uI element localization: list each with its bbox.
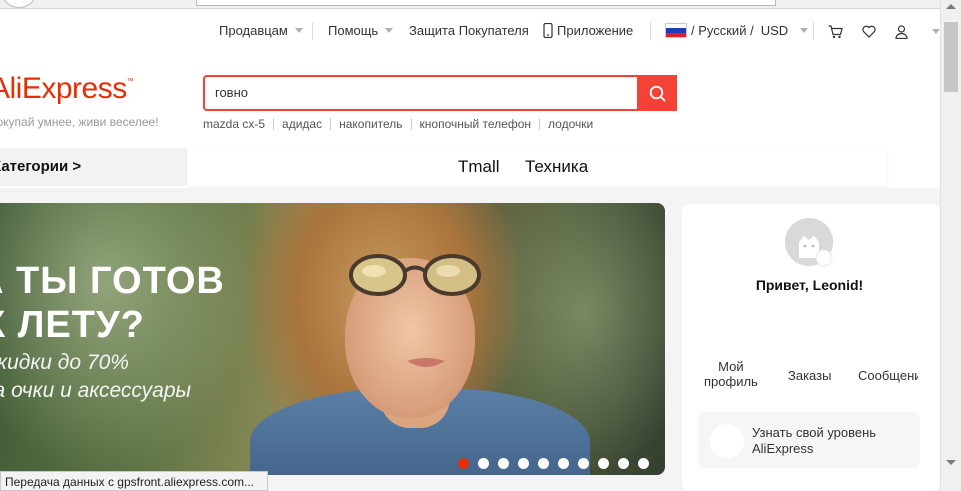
promo-banner[interactable]: А ТЫ ГОТОВ К ЛЕТУ? Скидки до 70% на очки… [0, 203, 665, 475]
account-button[interactable] [895, 25, 908, 39]
carousel-dot[interactable] [638, 458, 649, 469]
status-text: Передача данных с gpsfront.aliexpress.co… [5, 475, 254, 489]
level-text: Узнать свой уровень AliExpress [752, 425, 876, 457]
search-icon [649, 85, 665, 101]
nav-link-electronics[interactable]: Техника [525, 157, 588, 177]
scroll-thumb[interactable] [944, 22, 958, 92]
help-label: Помощь [328, 23, 379, 38]
carousel-dots [458, 458, 649, 469]
hot-keywords: mazda cx-5 адидас накопитель кнопочный т… [203, 117, 601, 131]
channel-nav: Tmall Техника [187, 148, 887, 186]
sellers-label: Продавцам [219, 23, 288, 38]
user-panel: Привет, Leonid! Мой профиль Заказы Сообщ… [682, 204, 940, 491]
carousel-dot[interactable] [598, 458, 609, 469]
back-button[interactable] [2, 0, 36, 8]
help-menu[interactable]: Помощь [328, 23, 394, 38]
vertical-scrollbar[interactable] [940, 0, 961, 491]
banner-model-lips [407, 358, 445, 367]
my-profile-line2: профиль [704, 374, 758, 389]
carousel-dot[interactable] [618, 458, 629, 469]
categories-label: Категории [0, 158, 69, 175]
banner-headline-line1: А ТЫ ГОТОВ [0, 260, 225, 302]
greeting: Привет, Leonid! [755, 277, 864, 293]
hot-keyword[interactable]: кнопочный телефон [412, 117, 540, 131]
carousel-dot[interactable] [518, 458, 529, 469]
app-link[interactable]: Приложение [543, 23, 633, 38]
carousel-dot[interactable] [558, 458, 569, 469]
address-bar[interactable] [196, 0, 776, 6]
banner-headline-line2: К ЛЕТУ? [0, 304, 145, 346]
search-input[interactable]: говно [215, 85, 248, 100]
buyer-protection-label: Защита Покупателя [409, 23, 529, 38]
chevron-down-icon[interactable] [932, 29, 940, 34]
divider [813, 22, 814, 40]
hot-keyword[interactable]: лодочки [540, 117, 601, 131]
chevron-down-icon [800, 28, 809, 33]
banner-subtitle-line2: на очки и аксессуары [0, 379, 191, 402]
buyer-protection-link[interactable]: Защита Покупателя [409, 23, 529, 38]
carousel-dot[interactable] [538, 458, 549, 469]
status-bar: Передача данных с gpsfront.aliexpress.co… [0, 471, 268, 491]
sunglasses-image [349, 254, 481, 296]
messages-link[interactable]: Сообщения [858, 368, 918, 383]
chevron-down-icon [385, 28, 394, 33]
banner-headline: А ТЫ ГОТОВ К ЛЕТУ? [0, 259, 225, 347]
level-icon [710, 424, 744, 458]
divider [312, 22, 313, 40]
my-profile-line1: Мой [718, 359, 744, 374]
my-profile-link[interactable]: Мой профиль [704, 359, 758, 389]
hot-keyword[interactable]: накопитель [331, 117, 410, 131]
carousel-dot[interactable] [578, 458, 589, 469]
wishlist-button[interactable] [862, 25, 876, 38]
russia-flag-icon [665, 23, 687, 38]
slogan-text: покупай умнее, живи веселее! [0, 115, 159, 129]
trademark: ™ [126, 78, 134, 85]
user-level-card[interactable]: Узнать свой уровень AliExpress [698, 412, 920, 468]
browser-toolbar [0, 0, 940, 9]
app-label: Приложение [557, 23, 634, 38]
language-label: / Русский / [691, 23, 754, 38]
top-nav: Продавцам Помощь Защита Покупателя Прило… [0, 14, 940, 50]
hot-keyword[interactable]: адидас [274, 117, 330, 131]
heart-icon [862, 25, 876, 38]
user-icon [895, 25, 908, 39]
carousel-dot[interactable] [478, 458, 489, 469]
chevron-down-icon [294, 28, 303, 33]
banner-subtitle-line1: Скидки до 70% [0, 351, 129, 374]
language-currency-menu[interactable]: / Русский / USD [665, 23, 809, 38]
nav-link-tmall[interactable]: Tmall [458, 157, 500, 177]
phone-icon [543, 23, 553, 38]
aliexpress-logo[interactable]: AliExpress™ [0, 72, 134, 106]
logo-text: AliExpress [0, 72, 127, 105]
level-line2: AliExpress [752, 441, 814, 456]
scroll-down-icon[interactable] [946, 460, 956, 465]
cart-button[interactable] [828, 25, 843, 39]
chevron-right-icon: > [72, 158, 82, 175]
sellers-menu[interactable]: Продавцам [219, 23, 303, 38]
slogan: покупай умнее, живи веселее! [0, 115, 159, 129]
search-box[interactable]: говно [203, 75, 677, 111]
currency-label: USD [760, 23, 789, 38]
level-line1: Узнать свой уровень [752, 425, 877, 440]
scroll-up-icon[interactable] [946, 4, 956, 9]
cart-icon [828, 25, 843, 39]
search-button[interactable] [637, 75, 677, 111]
carousel-dot[interactable] [498, 458, 509, 469]
banner-subtitle: Скидки до 70% на очки и аксессуары [0, 349, 191, 405]
avatar-status-icon [815, 249, 833, 267]
divider [650, 22, 651, 40]
categories-button[interactable]: Категории > [0, 148, 187, 186]
hot-keyword[interactable]: mazda cx-5 [203, 117, 273, 131]
carousel-dot[interactable] [458, 458, 469, 469]
orders-link[interactable]: Заказы [788, 368, 831, 383]
